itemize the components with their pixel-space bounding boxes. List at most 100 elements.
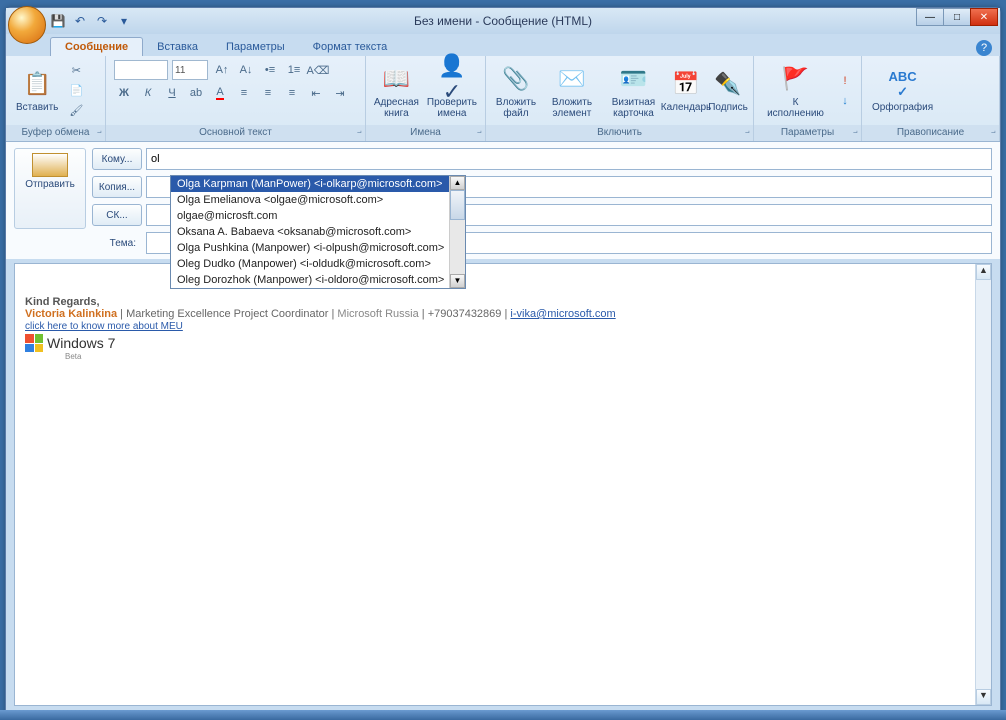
qat-dropdown-icon[interactable]: ▾ xyxy=(114,11,134,31)
titlebar: 💾 ↶ ↷ ▾ Без имени - Сообщение (HTML) — □… xyxy=(6,8,1000,34)
group-spelling: ABC✓Орфография Правописание xyxy=(862,56,1000,141)
scroll-down-icon[interactable]: ▼ xyxy=(976,689,991,705)
paste-button[interactable]: 📋 Вставить xyxy=(12,66,62,115)
flag-icon: 🚩 xyxy=(780,63,812,95)
office-button[interactable] xyxy=(8,6,46,44)
message-body[interactable]: Kind Regards, Victoria Kalinkina | Marke… xyxy=(14,263,992,706)
copy-icon[interactable]: 📄 xyxy=(66,82,86,100)
scroll-up-icon[interactable]: ▲ xyxy=(450,176,465,190)
attach-file-button[interactable]: 📎Вложить файл xyxy=(492,61,540,121)
indent-inc-icon[interactable]: ⇥ xyxy=(330,84,350,102)
align-center-icon[interactable]: ≡ xyxy=(258,84,278,102)
shrink-font-icon[interactable]: A↓ xyxy=(236,61,256,79)
autocomplete-item[interactable]: Oleg Dudko (Manpower) <i-oldudk@microsof… xyxy=(171,256,465,272)
ribbon-tabs: Сообщение Вставка Параметры Формат текст… xyxy=(6,34,1000,56)
scroll-thumb[interactable] xyxy=(450,190,465,220)
autocomplete-scrollbar[interactable]: ▲ ▼ xyxy=(449,176,465,288)
subject-label: Тема: xyxy=(14,238,142,249)
group-clipboard: 📋 Вставить ✂ 📄 🖌 Буфер обмена xyxy=(6,56,106,141)
bullets-icon[interactable]: •≡ xyxy=(260,61,280,79)
to-button[interactable]: Кому... xyxy=(92,148,142,170)
redo-icon[interactable]: ↷ xyxy=(92,11,112,31)
ribbon: 📋 Вставить ✂ 📄 🖌 Буфер обмена A↑ A↓ •≡ xyxy=(6,56,1000,142)
group-label-track: Параметры xyxy=(754,125,861,141)
tab-options[interactable]: Параметры xyxy=(212,38,299,56)
to-input[interactable] xyxy=(146,148,992,170)
beta-label: Beta xyxy=(65,352,981,361)
autocomplete-item[interactable]: Olga Emelianova <olgae@microsoft.com> xyxy=(171,192,465,208)
autocomplete-item[interactable]: Olga Pushkina (Manpower) <i-olpush@micro… xyxy=(171,240,465,256)
group-label-clipboard: Буфер обмена xyxy=(6,125,105,141)
tab-format[interactable]: Формат текста xyxy=(299,38,402,56)
send-button[interactable]: Отправить xyxy=(14,148,86,229)
body-scrollbar[interactable]: ▲ ▼ xyxy=(975,264,991,705)
windows7-text: Windows 7 xyxy=(47,335,115,351)
autocomplete-item[interactable]: Oleg Dorozhok (Manpower) <i-oldoro@micro… xyxy=(171,272,465,288)
align-left-icon[interactable]: ≡ xyxy=(234,84,254,102)
numbering-icon[interactable]: 1≡ xyxy=(284,61,304,79)
importance-high-icon[interactable]: ! xyxy=(835,72,855,90)
abc-check-icon: ABC✓ xyxy=(887,68,919,100)
group-label-spell: Правописание xyxy=(862,125,999,141)
signature-regards: Kind Regards, xyxy=(25,296,981,308)
autocomplete-dropdown: Olga Karpman (ManPower) <i-olkarp@micros… xyxy=(170,175,466,289)
windows7-logo-line: Windows 7 xyxy=(25,334,981,352)
group-label-names: Имена xyxy=(366,125,485,141)
underline-button[interactable]: Ч xyxy=(162,84,182,102)
indent-dec-icon[interactable]: ⇤ xyxy=(306,84,326,102)
calendar-button[interactable]: 📅Календарь xyxy=(667,66,705,115)
scroll-up-icon[interactable]: ▲ xyxy=(976,264,991,280)
font-name-combo[interactable] xyxy=(114,60,168,80)
meu-link[interactable]: click here to know more about MEU xyxy=(25,321,183,332)
cc-button[interactable]: Копия... xyxy=(92,176,142,198)
clipboard-icon: 📋 xyxy=(21,68,53,100)
signature-email-link[interactable]: i-vika@microsoft.com xyxy=(510,308,615,320)
group-track: 🚩К исполнению ! ↓ Параметры xyxy=(754,56,862,141)
bold-button[interactable]: Ж xyxy=(114,84,134,102)
pen-icon: ✒️ xyxy=(712,68,744,100)
tab-message[interactable]: Сообщение xyxy=(50,37,143,56)
header-fields: Отправить Кому... Копия... СК... Тема: xyxy=(6,142,1000,259)
followup-button[interactable]: 🚩К исполнению xyxy=(760,61,831,121)
minimize-button[interactable]: — xyxy=(916,8,944,26)
attach-item-button[interactable]: ✉️Вложить элемент xyxy=(544,61,600,121)
help-icon[interactable]: ? xyxy=(976,40,992,56)
address-book-button[interactable]: 📖 Адресная книга xyxy=(372,61,421,121)
clear-format-icon[interactable]: A⌫ xyxy=(308,61,328,79)
tab-insert[interactable]: Вставка xyxy=(143,38,212,56)
grow-font-icon[interactable]: A↑ xyxy=(212,61,232,79)
autocomplete-item[interactable]: Oksana A. Babaeva <oksanab@microsoft.com… xyxy=(171,224,465,240)
taskbar[interactable] xyxy=(0,710,1006,720)
scroll-down-icon[interactable]: ▼ xyxy=(450,274,465,288)
group-label-font: Основной текст xyxy=(106,125,365,141)
highlight-icon[interactable]: ab xyxy=(186,84,206,102)
address-book-icon: 📖 xyxy=(380,63,412,95)
spelling-button[interactable]: ABC✓Орфография xyxy=(868,66,937,115)
close-button[interactable]: ✕ xyxy=(970,8,998,26)
group-names: 📖 Адресная книга 👤✓ Проверить имена Имен… xyxy=(366,56,486,141)
maximize-button[interactable]: □ xyxy=(943,8,971,26)
window-title: Без имени - Сообщение (HTML) xyxy=(414,14,592,28)
bcc-button[interactable]: СК... xyxy=(92,204,142,226)
signature-name: Victoria Kalinkina xyxy=(25,308,117,320)
autocomplete-item[interactable]: Olga Karpman (ManPower) <i-olkarp@micros… xyxy=(171,176,465,192)
quick-access-toolbar: 💾 ↶ ↷ ▾ xyxy=(48,11,134,31)
business-card-button[interactable]: 🪪Визитная карточка xyxy=(604,61,663,121)
calendar-icon: 📅 xyxy=(670,68,702,100)
save-icon[interactable]: 💾 xyxy=(48,11,68,31)
outlook-compose-window: 💾 ↶ ↷ ▾ Без имени - Сообщение (HTML) — □… xyxy=(5,7,1001,715)
font-color-icon[interactable]: A xyxy=(210,84,230,102)
envelope-icon xyxy=(32,153,68,177)
font-size-combo[interactable] xyxy=(172,60,208,80)
group-label-include: Включить xyxy=(486,125,753,141)
cut-icon[interactable]: ✂ xyxy=(66,62,86,80)
attach-item-icon: ✉️ xyxy=(556,63,588,95)
autocomplete-item[interactable]: olgae@microsft.com xyxy=(171,208,465,224)
italic-button[interactable]: К xyxy=(138,84,158,102)
importance-low-icon[interactable]: ↓ xyxy=(835,92,855,110)
format-painter-icon[interactable]: 🖌 xyxy=(66,102,86,120)
check-names-button[interactable]: 👤✓ Проверить имена xyxy=(425,61,479,121)
signature-button[interactable]: ✒️Подпись xyxy=(709,66,747,115)
undo-icon[interactable]: ↶ xyxy=(70,11,90,31)
align-right-icon[interactable]: ≡ xyxy=(282,84,302,102)
